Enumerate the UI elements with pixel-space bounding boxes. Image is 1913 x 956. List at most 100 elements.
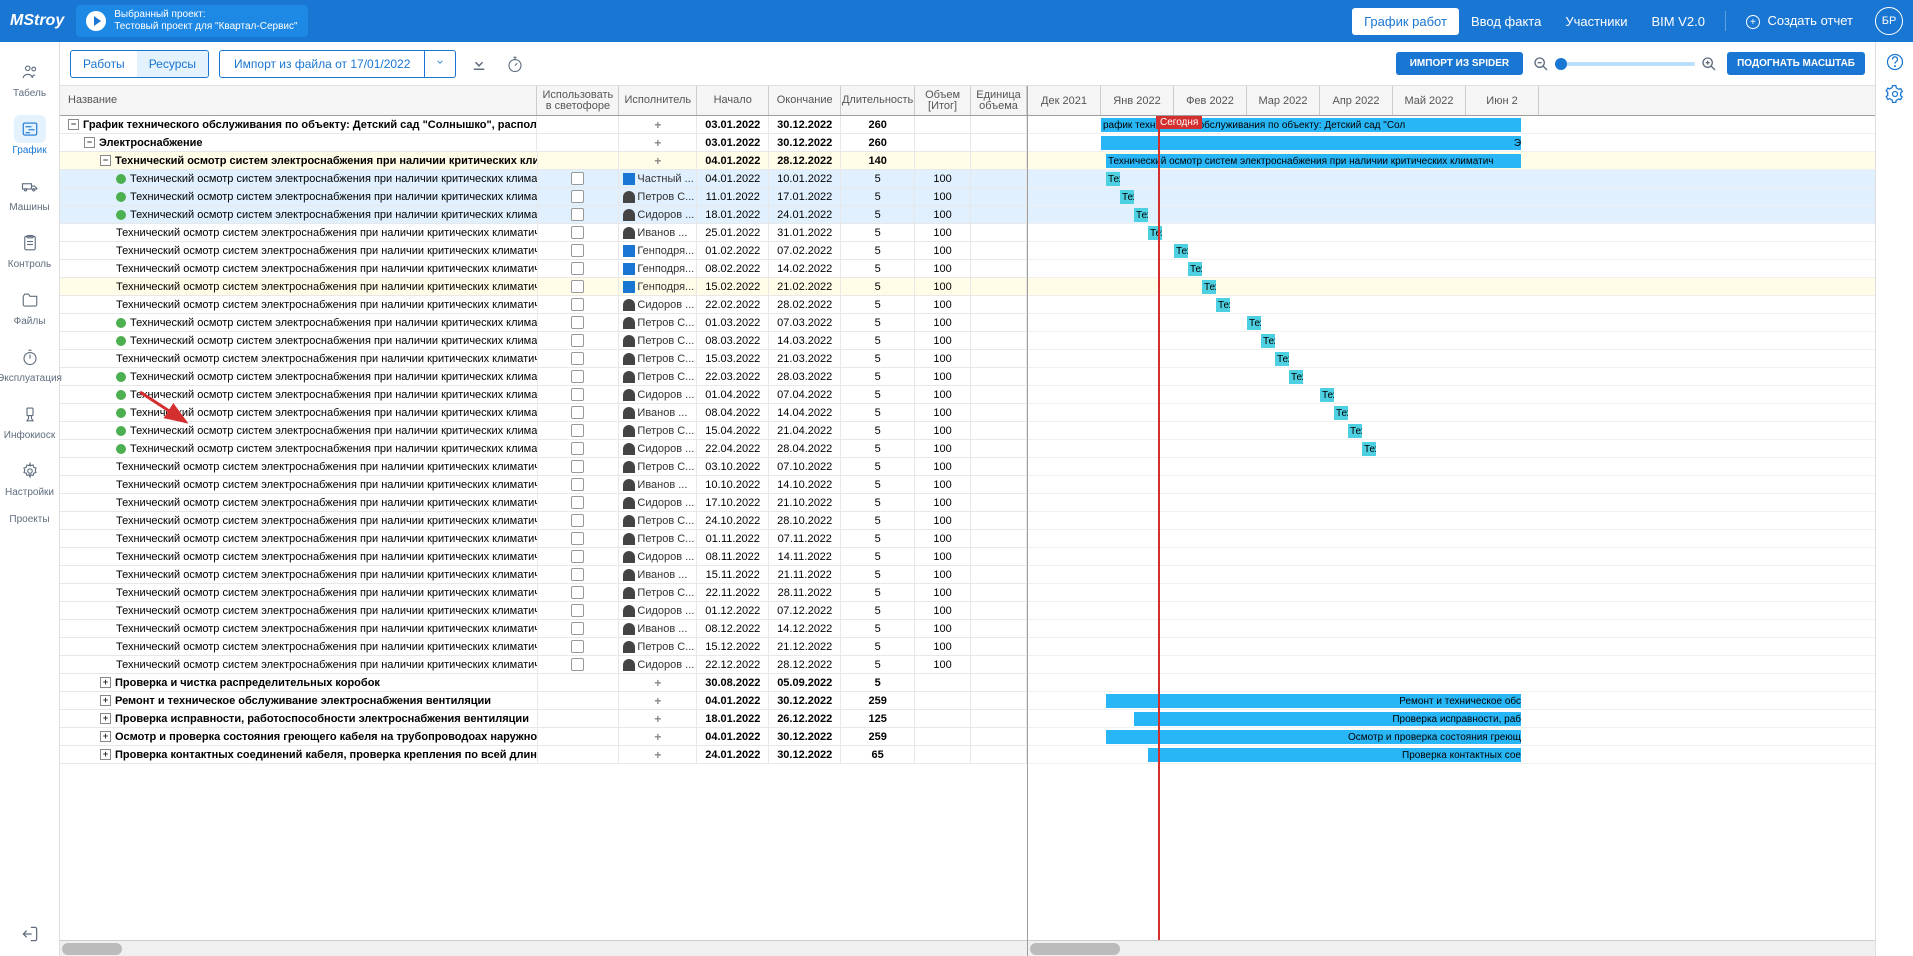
grid-row[interactable]: +Ремонт и техническое обслуживание элект… xyxy=(60,692,1027,710)
expand-icon[interactable]: + xyxy=(100,749,111,760)
grid-row[interactable]: Технический осмотр систем электроснабжен… xyxy=(60,566,1027,584)
cell-unit[interactable] xyxy=(971,530,1027,547)
grid-row[interactable]: Технический осмотр систем электроснабжен… xyxy=(60,422,1027,440)
cell-volume[interactable]: 100 xyxy=(915,404,971,421)
timeline-row[interactable] xyxy=(1028,602,1875,620)
cell-end[interactable]: 14.03.2022 xyxy=(769,332,841,349)
cell-volume[interactable]: 100 xyxy=(915,242,971,259)
cell-duration[interactable]: 5 xyxy=(841,368,915,385)
import-button[interactable]: Импорт из файла от 17/01/2022 xyxy=(220,51,425,77)
cell-volume[interactable]: 100 xyxy=(915,566,971,583)
cell-start[interactable]: 08.12.2022 xyxy=(697,620,769,637)
month-header[interactable]: Май 2022 xyxy=(1393,86,1466,115)
cell-name[interactable]: +Осмотр и проверка состояния греющего ка… xyxy=(60,728,538,745)
gantt-bar[interactable]: Тех xyxy=(1247,316,1261,330)
cell-executor[interactable]: + xyxy=(619,674,697,691)
cell-executor[interactable]: Петров С... xyxy=(619,422,697,439)
checkbox[interactable] xyxy=(571,334,584,347)
cell-executor[interactable]: Сидоров ... xyxy=(619,206,697,223)
timeline-row[interactable]: Тех xyxy=(1028,404,1875,422)
timeline-row[interactable] xyxy=(1028,584,1875,602)
cell-start[interactable]: 15.04.2022 xyxy=(697,422,769,439)
sidebar-item-tabel[interactable]: Табель xyxy=(0,50,59,107)
cell-volume[interactable]: 100 xyxy=(915,638,971,655)
cell-volume[interactable]: 100 xyxy=(915,422,971,439)
checkbox[interactable] xyxy=(571,496,584,509)
cell-unit[interactable] xyxy=(971,584,1027,601)
checkbox[interactable] xyxy=(571,640,584,653)
grid-row[interactable]: Технический осмотр систем электроснабжен… xyxy=(60,170,1027,188)
cell-end[interactable]: 05.09.2022 xyxy=(769,674,841,691)
month-header[interactable]: Янв 2022 xyxy=(1101,86,1174,115)
cell-end[interactable]: 26.12.2022 xyxy=(769,710,841,727)
cell-executor[interactable]: Петров С... xyxy=(619,638,697,655)
nav-create-report[interactable]: + Создать отчет xyxy=(1734,7,1865,36)
grid-row[interactable]: Технический осмотр систем электроснабжен… xyxy=(60,296,1027,314)
cell-executor[interactable]: Сидоров ... xyxy=(619,296,697,313)
cell-executor[interactable]: Генподря... xyxy=(619,242,697,259)
cell-end[interactable]: 07.11.2022 xyxy=(769,530,841,547)
timeline-row[interactable]: Тех xyxy=(1028,278,1875,296)
timeline-row[interactable]: Ремонт и техническое обс xyxy=(1028,692,1875,710)
cell-name[interactable]: Технический осмотр систем электроснабжен… xyxy=(60,422,538,439)
logo[interactable]: MStroy xyxy=(10,12,64,30)
cell-executor[interactable]: Сидоров ... xyxy=(619,494,697,511)
cell-unit[interactable] xyxy=(971,206,1027,223)
cell-executor[interactable]: Иванов ... xyxy=(619,404,697,421)
cell-duration[interactable]: 5 xyxy=(841,584,915,601)
cell-unit[interactable] xyxy=(971,260,1027,277)
grid-row[interactable]: Технический осмотр систем электроснабжен… xyxy=(60,278,1027,296)
cell-start[interactable]: 24.01.2022 xyxy=(697,746,769,763)
zoom-slider[interactable] xyxy=(1555,62,1695,66)
cell-volume[interactable] xyxy=(915,746,971,763)
cell-unit[interactable] xyxy=(971,350,1027,367)
scroll-thumb[interactable] xyxy=(62,943,122,955)
cell-duration[interactable]: 5 xyxy=(841,548,915,565)
timeline-row[interactable]: Тех xyxy=(1028,368,1875,386)
cell-end[interactable]: 30.12.2022 xyxy=(769,746,841,763)
timeline-row[interactable] xyxy=(1028,476,1875,494)
cell-name[interactable]: −Технический осмотр систем электроснабже… xyxy=(60,152,538,169)
cell-volume[interactable]: 100 xyxy=(915,530,971,547)
cell-unit[interactable] xyxy=(971,638,1027,655)
timeline-row[interactable] xyxy=(1028,620,1875,638)
cell-duration[interactable]: 5 xyxy=(841,638,915,655)
cell-duration[interactable]: 5 xyxy=(841,440,915,457)
cell-end[interactable]: 14.12.2022 xyxy=(769,620,841,637)
cell-executor[interactable]: Петров С... xyxy=(619,530,697,547)
timeline-row[interactable] xyxy=(1028,530,1875,548)
cell-unit[interactable] xyxy=(971,602,1027,619)
cell-end[interactable]: 30.12.2022 xyxy=(769,134,841,151)
cell-start[interactable]: 08.04.2022 xyxy=(697,404,769,421)
cell-duration[interactable]: 5 xyxy=(841,458,915,475)
cell-name[interactable]: Технический осмотр систем электроснабжен… xyxy=(60,206,538,223)
cell-name[interactable]: Технический осмотр систем электроснабжен… xyxy=(60,548,538,565)
cell-end[interactable]: 31.01.2022 xyxy=(769,224,841,241)
add-executor-icon[interactable]: + xyxy=(654,748,661,762)
nav-bim[interactable]: BIM V2.0 xyxy=(1639,8,1716,35)
grid-row[interactable]: +Проверка контактных соединений кабеля, … xyxy=(60,746,1027,764)
import-dropdown[interactable] xyxy=(425,51,455,77)
timeline-row[interactable]: Тех xyxy=(1028,386,1875,404)
cell-start[interactable]: 01.04.2022 xyxy=(697,386,769,403)
cell-unit[interactable] xyxy=(971,170,1027,187)
cell-volume[interactable] xyxy=(915,692,971,709)
cell-volume[interactable]: 100 xyxy=(915,386,971,403)
add-executor-icon[interactable]: + xyxy=(654,118,661,132)
cell-name[interactable]: Технический осмотр систем электроснабжен… xyxy=(60,224,538,241)
timer-button[interactable] xyxy=(502,51,528,77)
gantt-bar[interactable]: Технический осмотр систем электроснабжен… xyxy=(1106,154,1521,168)
checkbox[interactable] xyxy=(571,298,584,311)
cell-end[interactable]: 14.02.2022 xyxy=(769,260,841,277)
gantt-bar[interactable]: Проверка исправности, раб xyxy=(1134,712,1521,726)
cell-start[interactable]: 22.12.2022 xyxy=(697,656,769,673)
cell-duration[interactable]: 5 xyxy=(841,170,915,187)
cell-volume[interactable] xyxy=(915,152,971,169)
cell-name[interactable]: Технический осмотр систем электроснабжен… xyxy=(60,278,538,295)
cell-duration[interactable]: 5 xyxy=(841,224,915,241)
cell-end[interactable]: 21.03.2022 xyxy=(769,350,841,367)
grid-row[interactable]: Технический осмотр систем электроснабжен… xyxy=(60,476,1027,494)
cell-start[interactable]: 22.02.2022 xyxy=(697,296,769,313)
cell-executor[interactable]: Сидоров ... xyxy=(619,386,697,403)
grid-row[interactable]: Технический осмотр систем электроснабжен… xyxy=(60,458,1027,476)
